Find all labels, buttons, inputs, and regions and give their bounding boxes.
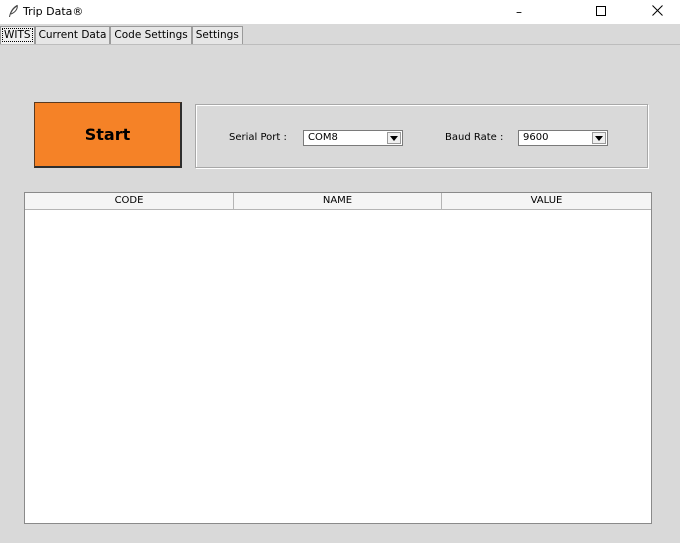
column-header-value[interactable]: VALUE	[442, 193, 651, 209]
tab-strip: WITS Current Data Code Settings Settings	[0, 26, 243, 44]
tab-wits[interactable]: WITS	[0, 26, 35, 44]
minimize-button[interactable]: –	[496, 0, 542, 24]
close-button[interactable]	[634, 0, 680, 24]
maximize-icon	[596, 5, 606, 19]
table-header: CODE NAME VALUE	[25, 193, 651, 210]
close-icon	[651, 5, 663, 19]
baud-rate-select[interactable]: 9600	[518, 130, 608, 146]
serial-config-frame: Serial Port : COM8 Baud Rate : 9600	[195, 104, 648, 168]
serial-port-label: Serial Port :	[229, 132, 287, 143]
title-bar: Trip Data® –	[0, 0, 680, 24]
chevron-down-icon[interactable]	[387, 132, 401, 144]
minimize-icon: –	[516, 5, 522, 19]
serial-port-value: COM8	[308, 132, 338, 143]
baud-rate-value: 9600	[523, 132, 549, 143]
baud-rate-label: Baud Rate :	[445, 132, 504, 143]
tab-current-data[interactable]: Current Data	[34, 26, 111, 44]
tab-settings[interactable]: Settings	[191, 26, 243, 44]
feather-icon	[7, 4, 19, 18]
window-title: Trip Data®	[23, 5, 84, 18]
serial-port-select[interactable]: COM8	[303, 130, 403, 146]
start-button[interactable]: Start	[34, 102, 182, 168]
wits-panel: Start Serial Port : COM8 Baud Rate : 960…	[0, 44, 680, 543]
wits-data-table[interactable]: CODE NAME VALUE	[24, 192, 652, 524]
column-header-name[interactable]: NAME	[234, 193, 442, 209]
tab-code-settings[interactable]: Code Settings	[110, 26, 192, 44]
maximize-button[interactable]	[578, 0, 624, 24]
column-header-code[interactable]: CODE	[25, 193, 234, 209]
client-area: WITS Current Data Code Settings Settings…	[0, 24, 680, 543]
chevron-down-icon[interactable]	[592, 132, 606, 144]
